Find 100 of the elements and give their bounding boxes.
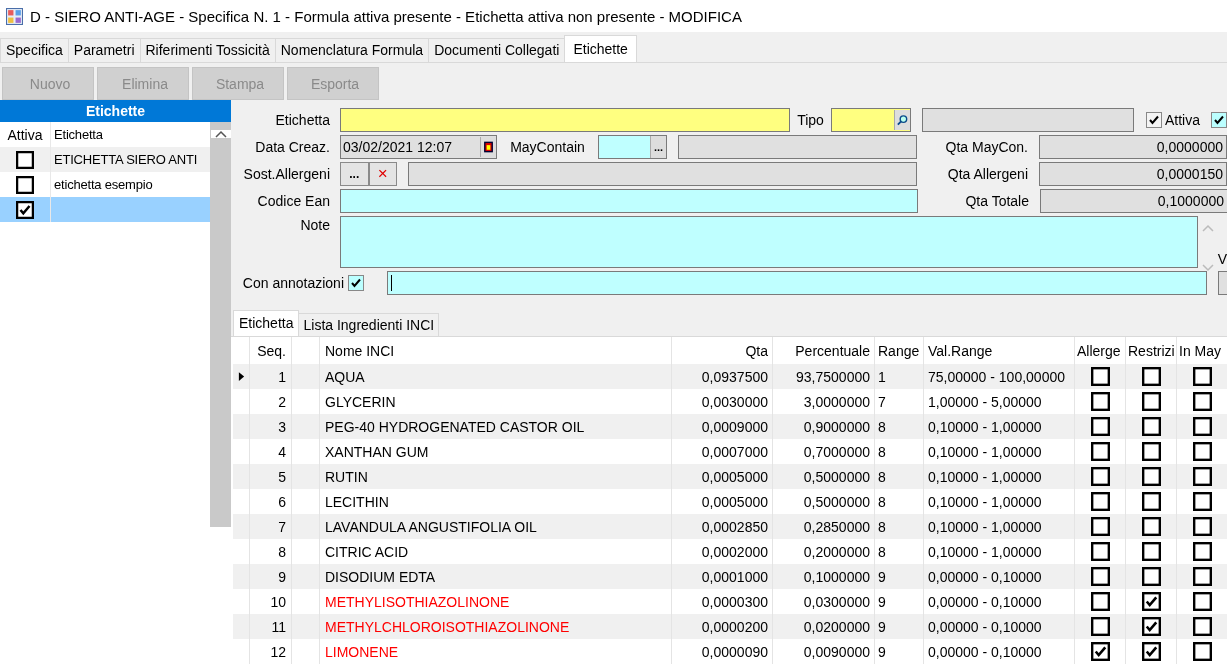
checkbox[interactable]: [1141, 442, 1161, 461]
checkbox[interactable]: [1141, 642, 1161, 661]
checkbox[interactable]: [1192, 517, 1212, 536]
table-cell: 9: [878, 643, 886, 660]
checkbox[interactable]: [1192, 417, 1212, 436]
type-field[interactable]: [831, 108, 911, 132]
table-cell: 0,0005000: [701, 493, 768, 510]
scrollbar[interactable]: [210, 122, 231, 527]
tab[interactable]: Lista Ingredienti INCI: [298, 313, 440, 336]
checkbox[interactable]: [1141, 467, 1161, 486]
notes-field[interactable]: [340, 216, 1198, 268]
checkbox[interactable]: [1192, 467, 1212, 486]
table-cell: 0,00000 - 0,10000: [928, 593, 1042, 610]
table-cell: 5: [278, 468, 286, 485]
checkbox[interactable]: [348, 275, 364, 291]
ellipsis-button[interactable]: ...: [650, 136, 666, 158]
table-row[interactable]: 3 PEG-40 HYDROGENATED CASTOR OIL 0,0009000 0,9000000 8 0,10000 - 1,00000: [233, 414, 1227, 439]
scroll-up-icon[interactable]: [210, 130, 231, 138]
checkbox[interactable]: [1090, 617, 1110, 636]
checkbox[interactable]: [1090, 392, 1110, 411]
table-cell: 0,0937500: [701, 368, 768, 385]
table-cell: 1: [278, 368, 286, 385]
field-label: Etichetta: [274, 112, 331, 128]
checkbox[interactable]: [1090, 467, 1110, 486]
table-cell: 7: [278, 518, 286, 535]
table-cell: 75,00000 - 100,00000: [928, 368, 1065, 385]
table-cell: 0,7000000: [803, 443, 870, 460]
checkbox[interactable]: [1141, 567, 1161, 586]
table-row[interactable]: 12 LIMONENE 0,0000090 0,0090000 9 0,00000 - 0,10000: [233, 639, 1227, 664]
table-cell: 11: [271, 618, 286, 635]
checkbox[interactable]: [1141, 367, 1161, 386]
checkbox[interactable]: [1192, 392, 1212, 411]
table-row[interactable]: 1 AQUA 0,0937500 93,7500000 1 75,00000 - 100,00000: [233, 364, 1227, 389]
checkbox[interactable]: [1141, 517, 1161, 536]
checkbox[interactable]: [1141, 417, 1161, 436]
checkbox[interactable]: [1090, 592, 1110, 611]
table-cell: 0,10000 - 1,00000: [928, 493, 1042, 510]
checkbox[interactable]: [1090, 517, 1110, 536]
checkbox[interactable]: [1141, 392, 1161, 411]
checkbox[interactable]: [1141, 542, 1161, 561]
checkbox[interactable]: [1141, 492, 1161, 511]
table-cell: 0,0002850: [701, 518, 768, 535]
field-label: Qta Totale: [964, 193, 1030, 209]
table-cell: 7: [878, 393, 886, 410]
ean-code-field[interactable]: [340, 189, 918, 213]
checkbox[interactable]: [1090, 442, 1110, 461]
list-row[interactable]: [0, 197, 210, 222]
checkbox[interactable]: [1192, 642, 1212, 661]
checkbox[interactable]: [1141, 592, 1161, 611]
checkbox[interactable]: [1090, 567, 1110, 586]
checkbox-label: Attiva: [1165, 112, 1200, 128]
may-contain-field[interactable]: ...: [598, 135, 667, 159]
checkbox[interactable]: [1090, 642, 1110, 661]
checkbox[interactable]: [1211, 112, 1227, 128]
calendar-icon[interactable]: [480, 137, 496, 157]
table-cell: 8: [278, 543, 286, 560]
checkbox[interactable]: [1090, 492, 1110, 511]
checkbox[interactable]: [1141, 617, 1161, 636]
checkbox[interactable]: [1192, 367, 1212, 386]
checkbox[interactable]: [1192, 567, 1212, 586]
table-cell: 1,00000 - 5,00000: [928, 393, 1042, 410]
list-row[interactable]: ETICHETTA SIERO ANTI: [0, 147, 210, 172]
checkbox[interactable]: [1192, 442, 1212, 461]
table-cell: 9: [878, 593, 886, 610]
checkbox[interactable]: [1090, 542, 1110, 561]
scroll-down-icon[interactable]: [1202, 264, 1214, 272]
tab[interactable]: Etichetta: [233, 310, 300, 336]
checkbox[interactable]: [16, 200, 34, 219]
annotation-field[interactable]: [387, 271, 1207, 295]
field-label: Tipo: [796, 112, 825, 128]
date-field[interactable]: 03/02/2021 12:07: [340, 135, 497, 159]
table-cell: 0,0009000: [701, 418, 768, 435]
table-row[interactable]: 9 DISODIUM EDTA 0,0001000 0,1000000 9 0,00000 - 0,10000: [233, 564, 1227, 589]
table-cell: 8: [878, 443, 886, 460]
checkbox[interactable]: [1192, 592, 1212, 611]
tab[interactable]: Etichette: [564, 35, 637, 62]
table-cell: 3: [278, 418, 286, 435]
search-icon[interactable]: [894, 110, 910, 130]
table-row[interactable]: 11 METHYLCHLOROISOTHIAZOLINONE 0,0000200 0,0200000 9 0,00000 - 0,10000: [233, 614, 1227, 639]
table-cell: LECITHIN: [325, 493, 389, 510]
checkbox[interactable]: [1192, 617, 1212, 636]
tab[interactable]: Specifica: [0, 38, 69, 62]
checkbox[interactable]: [16, 150, 34, 169]
table-cell: 0,0000200: [701, 618, 768, 635]
checkbox[interactable]: [1192, 492, 1212, 511]
clear-button[interactable]: ×: [368, 162, 397, 186]
table-cell: 6: [278, 493, 286, 510]
table-row[interactable]: 7 LAVANDULA ANGUSTIFOLIA OIL 0,0002850 0,2850000 8 0,10000 - 1,00000: [233, 514, 1227, 539]
table-cell: XANTHAN GUM: [325, 443, 429, 460]
checkbox[interactable]: [16, 175, 34, 194]
checkbox[interactable]: [1192, 542, 1212, 561]
table-cell: 0,2000000: [803, 543, 870, 560]
ellipsis-button[interactable]: ...: [340, 162, 369, 186]
checkbox[interactable]: [1146, 112, 1162, 128]
checkbox[interactable]: [1090, 417, 1110, 436]
table-cell: 12: [270, 643, 286, 660]
label-name-field[interactable]: [340, 108, 790, 132]
table-row[interactable]: 5 RUTIN 0,0005000 0,5000000 8 0,10000 - 1,00000: [233, 464, 1227, 489]
table-cell: GLYCERIN: [325, 393, 396, 410]
checkbox[interactable]: [1090, 367, 1110, 386]
